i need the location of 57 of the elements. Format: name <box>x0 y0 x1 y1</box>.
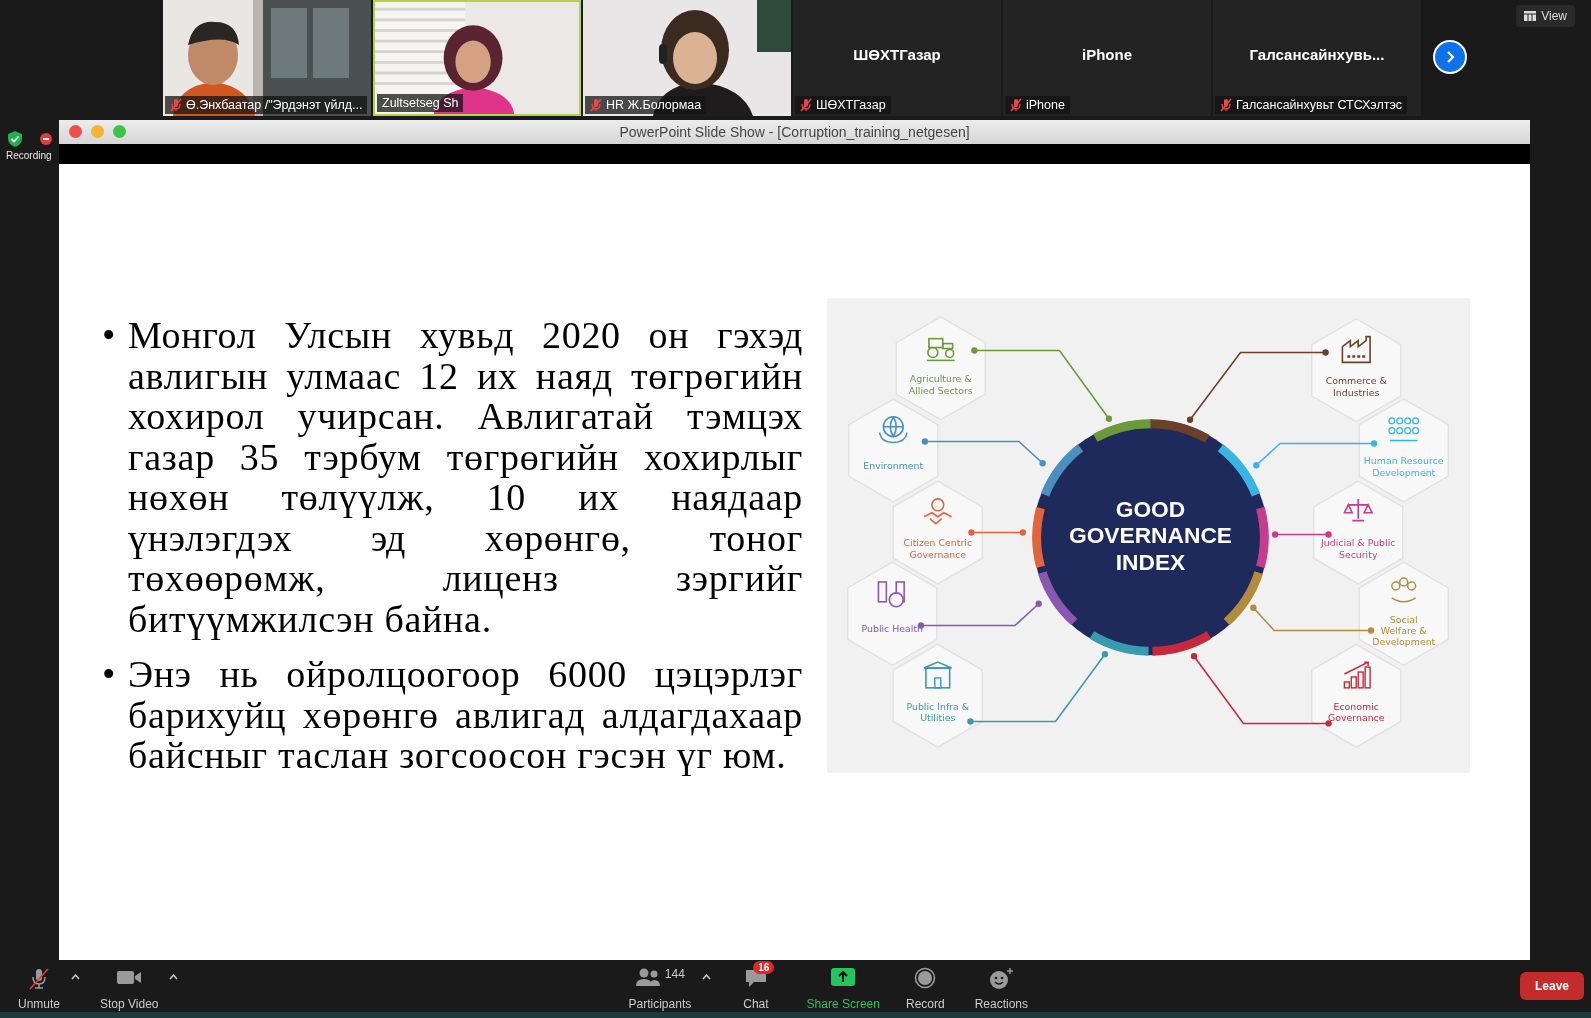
shield-icon <box>8 131 22 147</box>
participant-label: HR Ж.Болормаа <box>606 98 702 112</box>
bullet-text: Монгол Улсын хувьд 2020 он гэхэд авлигын улмаас 12 их наяд төгрөгийн хохирол учирсан. Авлигатай тэмцэх газар 35 тэрбум төгрөгийн хохирлыг нөхөн төлүүлж, 10 их наядаар үнэлэгдэх эд хөрөнгө, тоног төхөөрөмж, лиценз зэргийг битүүмжилсэн байна. <box>128 315 803 639</box>
sector-label: Social Welfare & Development <box>1372 613 1436 648</box>
sector-label: Economic Governance <box>1327 700 1385 723</box>
bar-chart-icon <box>1343 661 1371 689</box>
participant-label: Zultsetseg Sh <box>382 96 459 110</box>
sector-label: Agriculture & Allied Sectors <box>908 373 973 396</box>
participant-name: iPhone <box>1081 46 1133 63</box>
building-icon <box>923 661 953 689</box>
sector-label: Citizen Centric Governance <box>903 537 973 560</box>
reactions-button[interactable]: Reactions <box>966 959 1037 1013</box>
caret-icon[interactable] <box>68 974 83 980</box>
grid-icon <box>1524 11 1537 21</box>
participant-label: Галсансайнхувьт СТСХэлтэс <box>1236 98 1403 112</box>
share-button[interactable]: Share Screen <box>798 959 888 1013</box>
globe-icon <box>878 416 908 444</box>
recording-label: Recording <box>6 150 52 161</box>
participants-button[interactable]: 144 Participants <box>620 959 700 1013</box>
participant-count: 144 <box>664 966 685 981</box>
recording-icon <box>40 133 52 145</box>
connector-line <box>968 529 1027 536</box>
sector-label: Commerce & Industries <box>1325 375 1387 398</box>
window-title: PowerPoint Slide Show - [Corruption_training_netgesen] <box>619 124 970 140</box>
bullet-marker: • <box>102 654 117 697</box>
participant-label: ШӨХТГазар <box>816 98 886 112</box>
center-title: GOOD GOVERNANCE INDEX <box>1068 495 1232 576</box>
people-icon <box>634 966 661 987</box>
connector-line <box>1271 531 1332 538</box>
next-page-button[interactable] <box>1433 40 1467 74</box>
share-screen-icon <box>831 966 856 987</box>
sector-label: Judicial & Public Security <box>1321 537 1396 560</box>
bullet-text: Энэ нь ойролцоогоор 6000 цэцэрлэг барихуйц хөрөнгө авлигад алдагдахаар байсныг таслан зогсоосон гэсэн үг юм. <box>128 654 803 776</box>
leave-button[interactable]: Leave <box>1519 972 1584 1000</box>
tractor-icon <box>926 337 956 362</box>
video-button[interactable]: Stop Video <box>92 959 167 1013</box>
sector-label: Public Infra & Utilities <box>906 700 970 723</box>
mic-button[interactable]: Unmute <box>10 959 69 1013</box>
participant-label: iPhone <box>1026 98 1065 112</box>
bullet-marker: • <box>102 315 117 358</box>
participant-name: ШӨХТГазар <box>852 46 942 63</box>
chat-button[interactable]: 16 Chat <box>727 959 785 1013</box>
caret-icon[interactable] <box>699 974 714 980</box>
participant-name: Галсансайнхувь... <box>1248 46 1386 63</box>
participant-label: Ө.Энхбаатар /"Эрдэнэт үйлд... <box>186 98 363 112</box>
people-icon <box>1388 417 1420 442</box>
record-button[interactable]: Record <box>898 959 953 1013</box>
scales-icon <box>1343 498 1373 522</box>
emoji-icon <box>988 966 1015 991</box>
factory-icon <box>1341 335 1371 364</box>
view-button[interactable]: View <box>1516 5 1575 27</box>
unread-badge: 16 <box>753 960 775 974</box>
caret-icon[interactable] <box>166 974 181 980</box>
sector-label: Human Resource Development <box>1363 455 1444 478</box>
close-button[interactable] <box>69 125 82 138</box>
record-icon <box>914 966 937 989</box>
sector-label: Environment <box>863 460 924 472</box>
